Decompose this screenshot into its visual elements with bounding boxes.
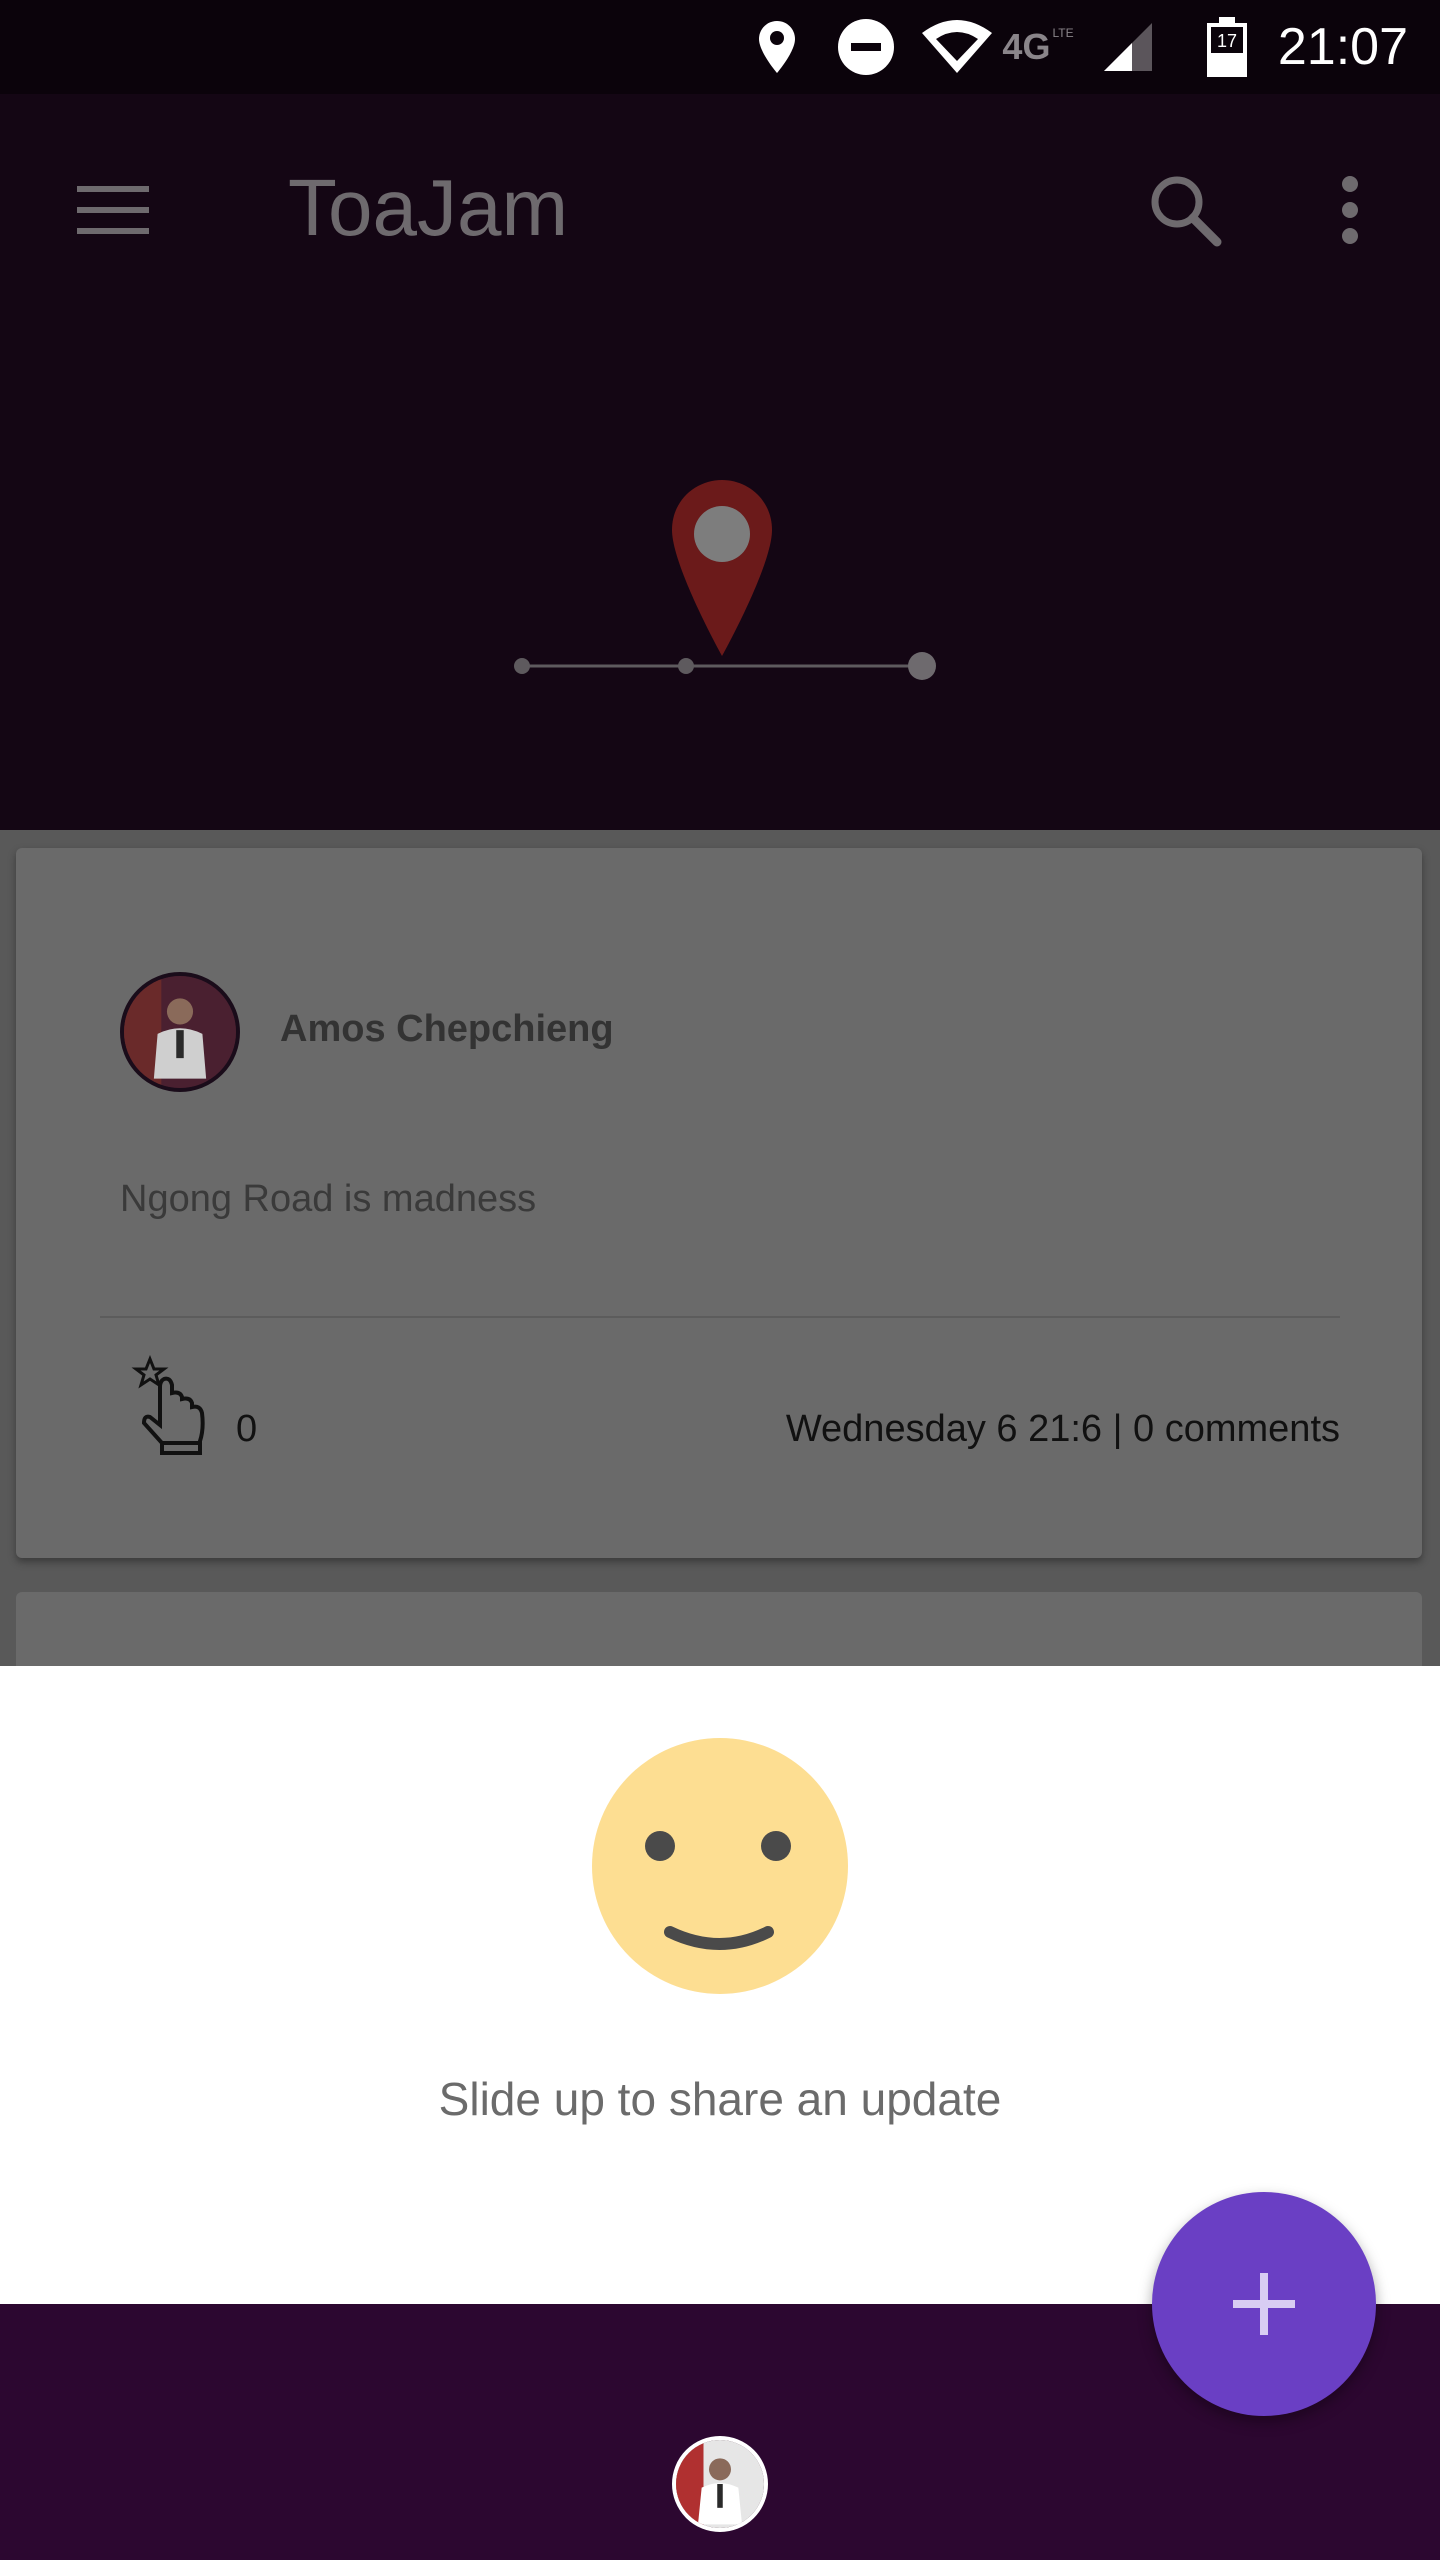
share-prompt: Slide up to share an update xyxy=(438,2073,1002,2125)
route-point-end xyxy=(908,652,936,680)
menu-icon xyxy=(77,186,149,234)
like-icon[interactable] xyxy=(130,1355,210,1455)
more-vert-icon xyxy=(1342,176,1358,244)
network-sub: LTE xyxy=(1052,26,1074,40)
status-bar: 4G LTE 17 21:07 xyxy=(0,0,1440,94)
route-point-start xyxy=(514,658,530,674)
app-title: ToaJam xyxy=(288,163,569,252)
search-button[interactable] xyxy=(1130,150,1240,270)
header-location-graphic xyxy=(514,480,936,680)
user-avatar[interactable] xyxy=(672,2436,768,2532)
status-time: 21:07 xyxy=(1277,18,1408,76)
signal-icon xyxy=(1100,0,1156,94)
post-meta[interactable]: Wednesday 6 21:6 | 0 comments xyxy=(786,1408,1340,1451)
network-indicator: 4G LTE xyxy=(1002,0,1073,94)
more-options-button[interactable] xyxy=(1300,150,1400,270)
post-divider xyxy=(100,1316,1340,1318)
location-icon xyxy=(752,0,802,94)
network-type: 4G xyxy=(1002,26,1051,67)
smiley-icon xyxy=(592,1738,848,1994)
add-update-button[interactable] xyxy=(1152,2192,1376,2416)
search-icon xyxy=(1151,176,1222,247)
battery-level: 17 xyxy=(1217,31,1237,51)
avatar-photo xyxy=(124,976,236,1088)
wifi-icon xyxy=(918,0,996,94)
post-text: Ngong Road is madness xyxy=(120,1178,537,1220)
location-pin-icon xyxy=(672,480,772,656)
post-author-avatar[interactable] xyxy=(120,972,240,1092)
plus-icon xyxy=(1233,2273,1295,2335)
avatar-photo xyxy=(676,2440,764,2528)
dnd-icon xyxy=(834,0,898,94)
post-author-name[interactable]: Amos Chepchieng xyxy=(280,1008,614,1051)
like-count: 0 xyxy=(236,1408,258,1450)
menu-button[interactable] xyxy=(48,150,178,270)
route-point-middle xyxy=(678,658,694,674)
battery-icon: 17 xyxy=(1202,0,1252,94)
